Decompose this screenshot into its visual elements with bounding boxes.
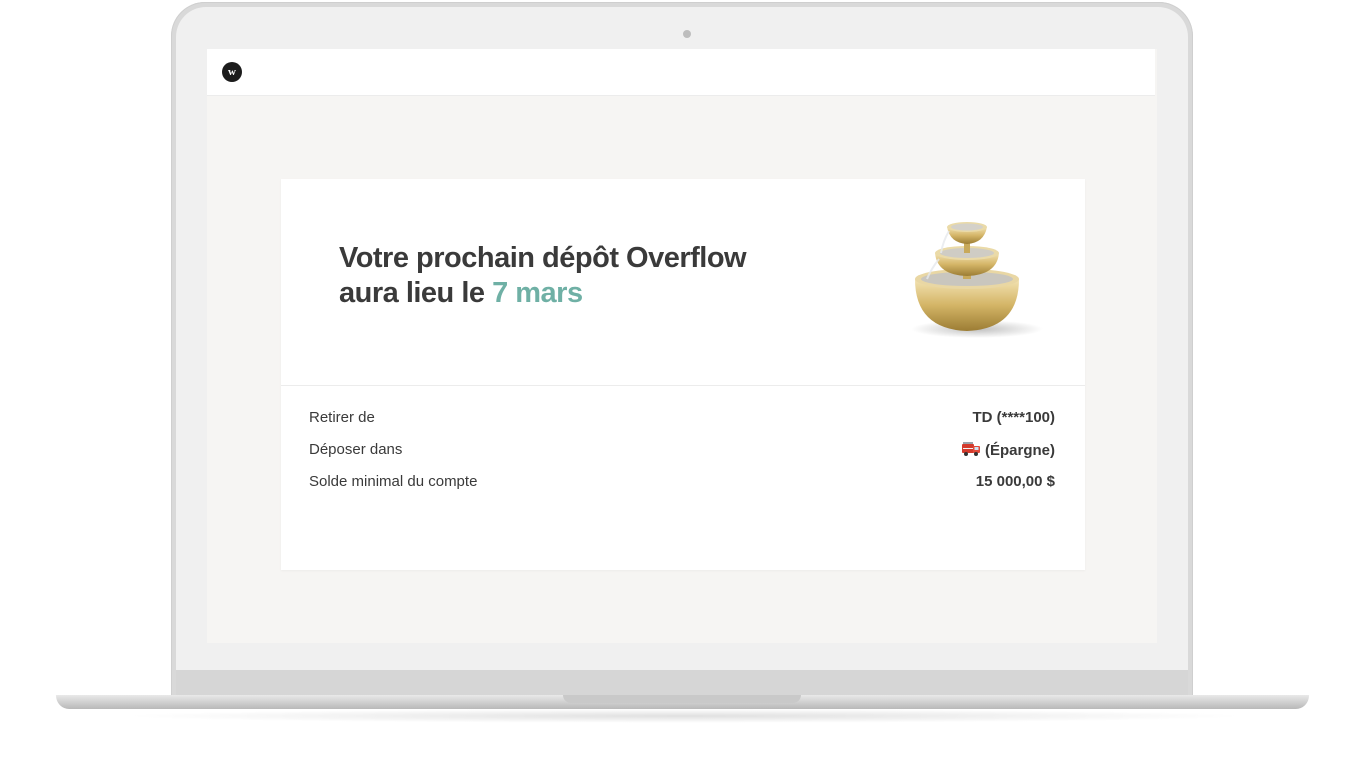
- headline-line-1: Votre prochain dépôt Overflow: [339, 242, 747, 274]
- page-title: Votre prochain dépôt Overflow aura lieu …: [339, 241, 747, 311]
- laptop-notch: [563, 695, 801, 703]
- gold-fountain-icon: [911, 222, 1043, 338]
- app-screen: w Votre prochain dépôt Overflow aura lie…: [207, 49, 1157, 643]
- overflow-card: Votre prochain dépôt Overflow aura lieu …: [281, 179, 1085, 570]
- withdraw-label: Retirer de: [309, 409, 375, 426]
- camera-icon: [683, 30, 691, 38]
- fire-truck-icon: [961, 442, 980, 456]
- minimum-balance-label: Solde minimal du compte: [309, 473, 478, 490]
- card-hero: Votre prochain dépôt Overflow aura lieu …: [281, 179, 1085, 386]
- deposit-row: Déposer dans (Épargne): [309, 441, 1055, 473]
- withdraw-row: Retirer de TD (****100): [309, 409, 1055, 441]
- deposit-label: Déposer dans: [309, 441, 403, 458]
- withdraw-account: TD (****100): [972, 409, 1055, 426]
- deposit-date: 7 mars: [492, 277, 583, 309]
- headline-line-2-prefix: aura lieu le: [339, 277, 493, 309]
- minimum-balance-value: 15 000,00 $: [975, 473, 1055, 490]
- deposit-account: (Épargne): [961, 441, 1055, 459]
- transfer-details: Retirer de TD (****100) Déposer dans (Ép…: [309, 409, 1055, 502]
- wealthsimple-logo-icon[interactable]: w: [222, 62, 242, 82]
- top-bar: w: [207, 49, 1155, 96]
- deposit-account-name: (Épargne): [984, 442, 1055, 459]
- minimum-balance-row: Solde minimal du compte 15 000,00 $: [309, 473, 1055, 502]
- laptop-shadow: [120, 709, 1250, 723]
